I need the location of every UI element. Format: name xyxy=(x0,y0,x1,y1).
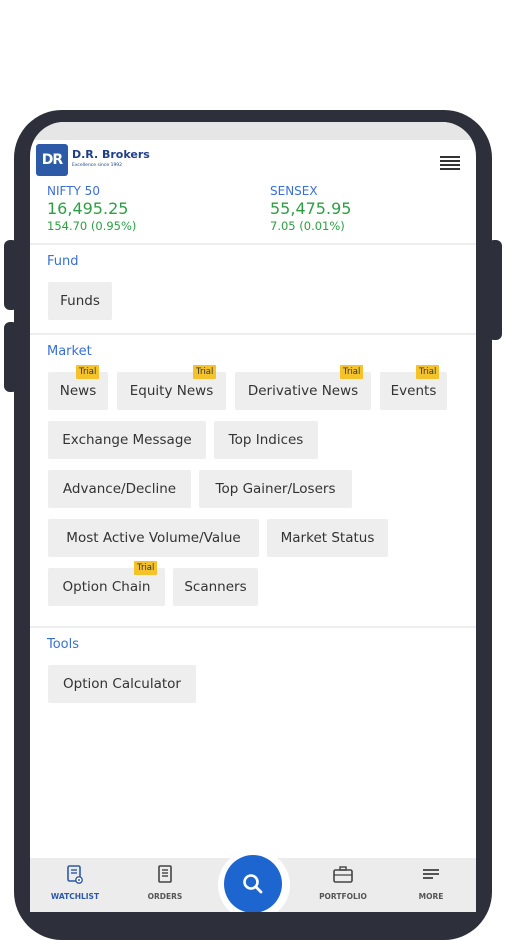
trial-badge: Trial xyxy=(193,365,217,379)
index-change: 7.05 (0.01%) xyxy=(270,219,345,233)
trial-badge: Trial xyxy=(416,365,440,379)
index-value: 16,495.25 xyxy=(47,199,129,218)
search-fab-button[interactable] xyxy=(224,855,282,912)
index-value: 55,475.95 xyxy=(270,199,352,218)
trial-badge: Trial xyxy=(76,365,100,379)
phone-side-button xyxy=(4,322,18,392)
chip-option-calculator[interactable]: Option Calculator xyxy=(48,665,196,703)
section-title-tools: Tools xyxy=(47,637,80,652)
briefcase-icon xyxy=(308,864,378,886)
index-change: 154.70 (0.95%) xyxy=(47,219,137,233)
chip-scanners[interactable]: Scanners xyxy=(173,568,258,606)
divider xyxy=(30,333,476,335)
nav-portfolio[interactable]: PORTFOLIO xyxy=(308,858,378,912)
chip-most-active-volume-value[interactable]: Most Active Volume/Value xyxy=(48,519,259,557)
app-header: DR D.R. Brokers Excellence since 1992 xyxy=(30,140,476,184)
hamburger-menu-icon[interactable] xyxy=(440,156,460,170)
chip-funds[interactable]: Funds xyxy=(48,282,112,320)
chip-top-indices[interactable]: Top Indices xyxy=(214,421,318,459)
phone-side-button xyxy=(4,240,18,310)
chip-exchange-message[interactable]: Exchange Message xyxy=(48,421,206,459)
bottom-navigation: WATCHLIST ORDERS PORTFOLIO MORE xyxy=(30,850,476,912)
chip-market-status[interactable]: Market Status xyxy=(267,519,388,557)
index-name: NIFTY 50 xyxy=(47,184,100,198)
status-bar xyxy=(30,122,476,140)
watchlist-icon xyxy=(40,864,110,886)
phone-side-button xyxy=(488,240,502,340)
nav-more[interactable]: MORE xyxy=(396,858,466,912)
trial-badge: Trial xyxy=(340,365,364,379)
index-sensex[interactable]: SENSEX 55,475.95 7.05 (0.01%) xyxy=(270,184,351,233)
search-icon xyxy=(243,874,263,894)
section-title-fund: Fund xyxy=(47,254,79,269)
nav-watchlist[interactable]: WATCHLIST xyxy=(40,858,110,912)
nav-orders[interactable]: ORDERS xyxy=(130,858,200,912)
orders-icon xyxy=(130,864,200,886)
logo-mark: DR xyxy=(36,144,68,176)
chip-top-gainer-losers[interactable]: Top Gainer/Losers xyxy=(199,470,352,508)
section-title-market: Market xyxy=(47,344,92,359)
app-screen: DR D.R. Brokers Excellence since 1992 NI… xyxy=(30,122,476,912)
chip-advance-decline[interactable]: Advance/Decline xyxy=(48,470,191,508)
index-name: SENSEX xyxy=(270,184,318,198)
brand-logo[interactable]: DR D.R. Brokers Excellence since 1992 xyxy=(36,144,166,178)
brand-tagline: Excellence since 1992 xyxy=(72,163,123,168)
market-indices: NIFTY 50 16,495.25 154.70 (0.95%) SENSEX… xyxy=(30,184,476,240)
divider xyxy=(30,243,476,245)
trial-badge: Trial xyxy=(134,561,158,575)
index-nifty-50[interactable]: NIFTY 50 16,495.25 154.70 (0.95%) xyxy=(47,184,136,233)
brand-name: D.R. Brokers xyxy=(72,148,150,161)
more-icon xyxy=(396,864,466,886)
divider xyxy=(30,626,476,628)
